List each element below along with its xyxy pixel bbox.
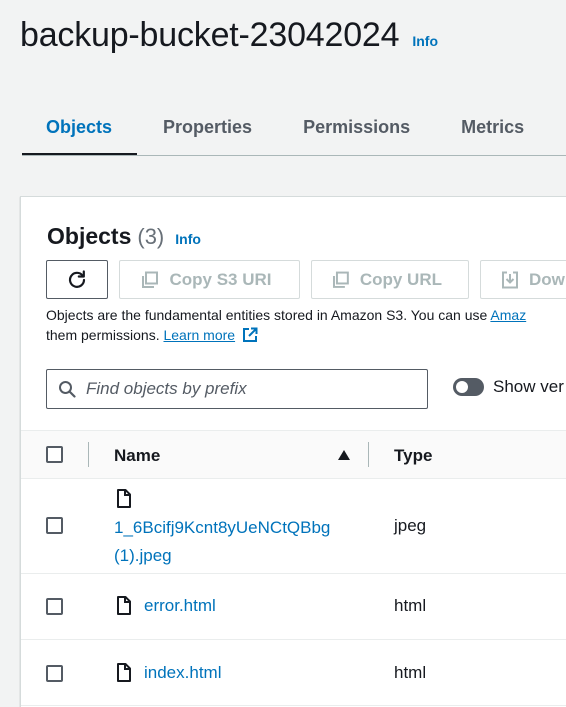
select-all-checkbox[interactable] [46,446,63,463]
description-link[interactable]: Amaz [490,307,526,323]
toggle-label: Show ver [493,377,564,396]
tab-permissions[interactable]: Permissions [277,100,435,155]
file-icon [117,663,131,682]
learn-more-link[interactable]: Learn more [163,327,235,343]
file-icon [117,489,131,508]
download-label: Dow [529,269,565,289]
objects-info-link[interactable]: Info [175,231,201,247]
column-divider [88,442,89,467]
object-name-line2: (1).jpeg [114,546,172,565]
copy-s3-uri-label: Copy S3 URI [169,269,272,289]
tab-metrics[interactable]: Metrics [435,100,549,155]
row-checkbox[interactable] [46,665,63,682]
toggle-switch[interactable] [453,378,484,396]
tab-bar: Objects Properties Permissions Metrics M [22,100,566,156]
objects-panel: Objects (3) Info Copy S3 URI Copy URL Do… [20,196,566,707]
refresh-icon [68,269,86,288]
copy-icon [332,271,349,288]
object-type: jpeg [394,516,427,535]
file-icon [117,596,131,615]
bucket-info-link[interactable]: Info [412,33,438,49]
copy-s3-uri-button[interactable]: Copy S3 URI [119,260,300,299]
search-icon [59,381,76,398]
object-type: html [394,596,427,615]
copy-url-label: Copy URL [359,269,442,289]
objects-title: Objects [47,223,132,249]
column-header-name[interactable]: Name [114,446,160,466]
object-name-link[interactable]: index.html [144,663,221,683]
table-header: Name Type [21,430,566,479]
search-input[interactable]: Find objects by prefix [46,369,428,409]
table-row: error.html html [21,574,566,640]
objects-header: Objects (3) Info [47,223,201,250]
table-row: index.html html [21,640,566,706]
object-type: html [394,663,427,682]
table-row: 1_6Bcifj9Kcnt8yUeNCtQBbg (1).jpeg jpeg [21,479,566,574]
search-placeholder: Find objects by prefix [86,379,247,398]
show-versions-toggle[interactable]: Show ver [453,377,564,397]
description-text: Objects are the fundamental entities sto… [46,307,491,323]
tab-management[interactable]: M [549,100,566,155]
column-header-type[interactable]: Type [394,446,432,466]
row-checkbox[interactable] [46,517,63,534]
copy-icon [142,271,159,288]
row-checkbox[interactable] [46,598,63,615]
tab-properties[interactable]: Properties [137,100,277,155]
sort-ascending-icon[interactable] [337,449,351,461]
object-name-link[interactable]: error.html [144,596,216,616]
copy-url-button[interactable]: Copy URL [311,260,469,299]
column-divider [368,442,369,467]
object-name-line1: 1_6Bcifj9Kcnt8yUeNCtQBbg [114,518,331,537]
object-name-link[interactable]: 1_6Bcifj9Kcnt8yUeNCtQBbg (1).jpeg [114,514,330,570]
description-line2: them permissions. [46,327,164,343]
objects-count: (3) [137,224,165,249]
objects-toolbar: Copy S3 URI Copy URL Dow [46,260,566,299]
download-button[interactable]: Dow [480,260,566,299]
tab-objects[interactable]: Objects [22,100,138,155]
refresh-button[interactable] [46,260,108,299]
external-link-icon [242,327,258,342]
download-icon [502,271,518,288]
page-title: backup-bucket-23042024 [20,16,400,54]
objects-description: Objects are the fundamental entities sto… [46,305,566,345]
bucket-header: backup-bucket-23042024 Info [20,16,438,55]
